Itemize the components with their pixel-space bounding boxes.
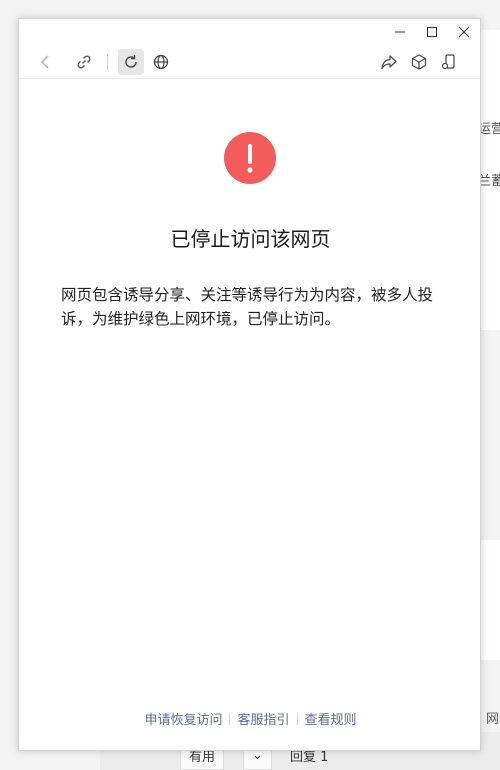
share-icon — [381, 54, 397, 69]
page-message: 网页包含诱导分享、关注等诱导行为为内容，被多人投诉，为维护绿色上网环境，已停止访… — [61, 286, 434, 328]
globe-icon — [153, 54, 169, 69]
footer-link-support-guide[interactable]: 客服指引 — [230, 709, 296, 728]
page-content: 已停止访问该网页 网页包含诱导分享、关注等诱导行为为内容，被多人投诉，为维护绿色… — [19, 79, 480, 750]
maximize-icon — [427, 27, 437, 37]
browser-window: 已停止访问该网页 网页包含诱导分享、关注等诱导行为为内容，被多人投诉，为维护绿色… — [18, 18, 481, 751]
open-on-phone-button[interactable] — [436, 49, 462, 75]
alert-icon — [224, 132, 276, 184]
open-in-browser-button[interactable] — [148, 49, 174, 75]
title-bar — [19, 19, 480, 45]
link-icon — [77, 54, 91, 69]
toolbar-divider — [107, 53, 108, 70]
browser-toolbar — [19, 45, 480, 79]
footer-links: 申请恢复访问 客服指引 查看规则 — [19, 709, 480, 728]
mini-program-button[interactable] — [406, 49, 432, 75]
minimize-icon — [395, 31, 405, 33]
phone-icon — [441, 53, 455, 69]
back-button[interactable] — [33, 49, 59, 75]
refresh-icon — [125, 54, 137, 68]
exclamation-icon — [247, 144, 253, 173]
footer-link-request-restore[interactable]: 申请恢复访问 — [137, 709, 229, 728]
cube-icon — [411, 53, 427, 70]
minimize-button[interactable] — [384, 19, 416, 45]
close-button[interactable] — [448, 19, 480, 45]
page-title: 已停止访问该网页 — [170, 227, 331, 251]
copy-link-button[interactable] — [71, 49, 97, 75]
background-text-fragment: 网 — [486, 712, 500, 727]
footer-link-view-rules[interactable]: 查看规则 — [298, 709, 364, 728]
share-button[interactable] — [376, 49, 402, 75]
close-icon — [459, 27, 469, 37]
refresh-button[interactable] — [118, 48, 144, 75]
background-text-fragment: 兰蓄 — [478, 174, 500, 189]
background-text-fragment: 运营 — [478, 122, 500, 137]
maximize-button[interactable] — [416, 19, 448, 45]
back-icon — [40, 54, 49, 69]
